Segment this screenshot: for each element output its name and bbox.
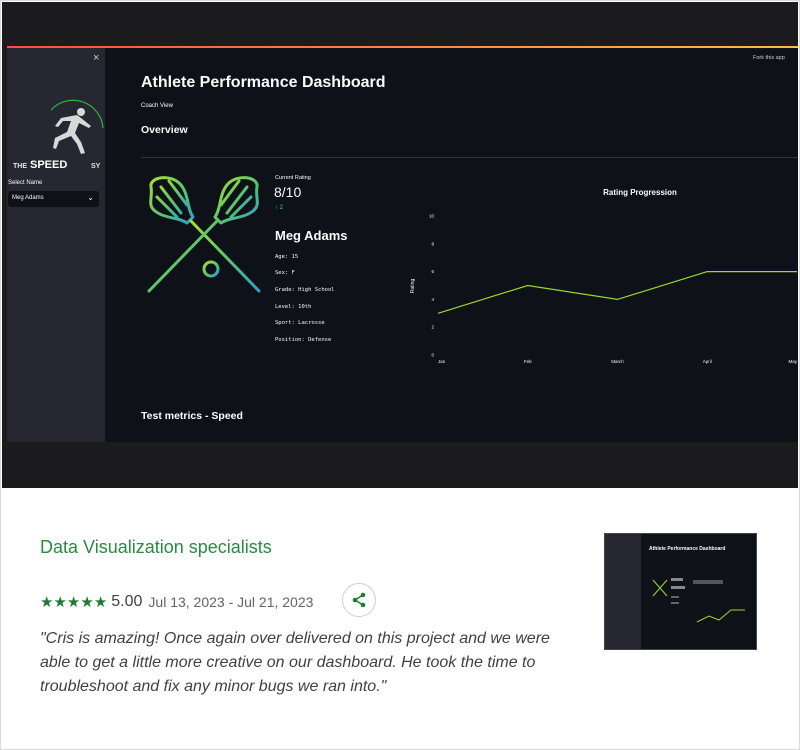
rating-progression-chart: Rating Progression Rating 0 2 4 6 8 10 Jan Feb… [410,188,798,364]
athlete-position: Position: Defense [275,337,332,343]
logo-text-speed: SPEED [30,159,67,170]
y-tick-label: 6 [431,269,434,274]
y-tick-label: 0 [431,353,434,358]
streamlit-app: × THE SPEED SY Select Name Meg Adams ⌄ F… [7,48,798,442]
lacrosse-sticks-icon [147,176,261,293]
athlete-sport: Sport: Lacrosse [275,320,325,326]
thumbnail-sidebar [605,534,641,649]
y-tick-label: 4 [431,297,434,302]
speed-metrics-heading: Test metrics - Speed [141,410,243,422]
close-sidebar-icon[interactable]: × [93,52,99,64]
share-icon [352,592,366,608]
page-subtitle: Coach View [141,103,173,109]
metric-value: 8/10 [274,184,302,200]
rating-row: ★ ★ ★ ★ ★ 5.00 Jul 13, 2023 - Jul 21, 20… [40,592,313,612]
athlete-sex: Sex: F [275,270,295,276]
star-icon: ★ [93,593,108,611]
fork-app-link[interactable]: Fork this app [753,55,785,61]
athlete-name: Meg Adams [275,228,348,243]
overview-heading: Overview [141,124,188,136]
speed-system-logo: THE SPEED SY [13,99,104,170]
chart-y-label: Rating [410,279,416,294]
x-tick-label: Jan [438,359,446,364]
star-icon: ★ [66,593,81,611]
review-dates: Jul 13, 2023 - Jul 21, 2023 [148,594,314,610]
star-icon: ★ [53,593,67,611]
athlete-grade: Grade: High School [275,287,335,293]
athlete-select[interactable]: Meg Adams ⌄ [8,191,99,207]
x-tick-label: March [611,359,624,364]
athlete-select-value: Meg Adams [12,195,44,201]
select-name-label: Select Name [8,180,43,186]
star-icon: ★ [80,593,94,611]
metric-delta: ↑ 2 [275,205,284,211]
x-tick-label: Feb [524,359,532,364]
logo-text-the: THE [13,163,27,170]
dashboard-screenshot: × THE SPEED SY Select Name Meg Adams ⌄ F… [2,2,798,488]
divider [141,157,798,158]
y-tick-label: 2 [431,325,434,330]
metric-label: Current Rating [275,175,311,181]
athlete-level: Level: 10th [275,304,312,310]
x-tick-label: April [703,359,712,364]
x-tick-label: May [788,359,797,364]
rating-value: 5.00 [111,593,143,610]
review-card: Data Visualization specialists ★ ★ ★ ★ ★… [24,521,774,705]
review-text: "Cris is amazing! Once again over delive… [40,630,550,695]
rating-line [437,270,797,314]
chart-title: Rating Progression [603,188,677,197]
project-thumbnail[interactable]: Athlete Performance Dashboard [604,533,757,650]
reviewer-name: Data Visualization specialists [40,537,272,557]
thumbnail-preview [652,578,745,623]
sidebar: × THE SPEED SY Select Name Meg Adams ⌄ [7,48,105,442]
chevron-down-icon: ⌄ [87,193,94,202]
share-button[interactable] [342,583,376,617]
star-icon: ★ [40,593,54,611]
y-tick-label: 8 [431,241,434,246]
athlete-age: Age: 15 [275,254,299,260]
y-tick-label: 10 [429,214,435,219]
logo-text-sys: SY [91,163,101,170]
thumbnail-title: Athlete Performance Dashboard [649,546,726,552]
page-title: Athlete Performance Dashboard [141,74,386,91]
